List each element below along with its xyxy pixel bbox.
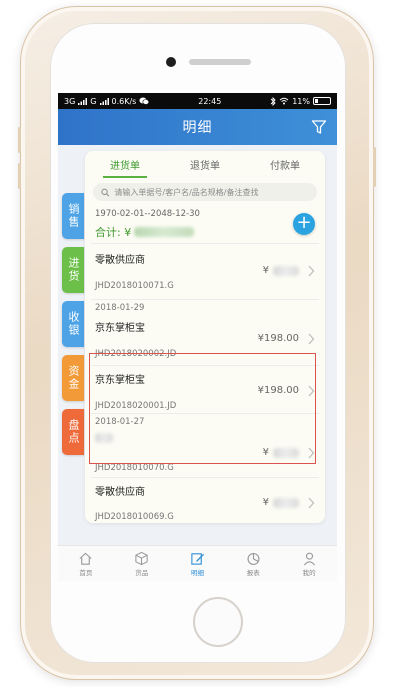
status-time: 22:45: [198, 96, 222, 106]
record-code: JHD2018020002.JD: [95, 349, 177, 359]
tabbar-details[interactable]: 明细: [170, 546, 226, 581]
record-amount: ¥: [263, 447, 299, 458]
front-camera: [166, 57, 176, 67]
record-amount-blurred: [273, 447, 299, 458]
chevron-right-icon: [308, 333, 315, 345]
search-input[interactable]: [114, 187, 309, 197]
wifi-icon: [279, 97, 289, 105]
carrier2-label: G: [90, 96, 97, 106]
chevron-right-icon: [308, 497, 315, 509]
divider: [91, 477, 319, 478]
tabbar-goods[interactable]: 货品: [114, 546, 170, 581]
record-amount: ¥198.00: [257, 385, 299, 396]
tab-return-order[interactable]: 退货单: [165, 157, 245, 172]
tabbar-reports[interactable]: 报表: [225, 546, 281, 581]
add-button[interactable]: +: [293, 213, 315, 235]
power-button: [373, 147, 376, 187]
search-icon: [101, 188, 110, 196]
signal-icon: [78, 97, 88, 105]
page-title: 明细: [182, 120, 213, 136]
side-tab-inventory[interactable]: 盘点: [62, 409, 84, 455]
nav-bar: 明细: [58, 109, 337, 145]
edit-icon: [191, 552, 205, 565]
pie-chart-icon: [247, 552, 260, 565]
side-tab-funds[interactable]: 资金: [62, 355, 84, 401]
record-amount-blurred: [273, 265, 299, 276]
record-list-card: 进货单 退货单 付款单 1970-02-01--2048-12-30 合计: ¥…: [85, 151, 325, 523]
record-row[interactable]: 京东掌柜宝 ¥198.00 JHD2018020002.JD: [85, 315, 325, 367]
side-tab-purchase[interactable]: 进货: [62, 247, 84, 293]
chevron-right-icon: [308, 447, 315, 459]
doc-type-tabs: 进货单 退货单 付款单: [85, 151, 325, 178]
side-tab-cashier[interactable]: 收银: [62, 301, 84, 347]
record-row[interactable]: 零散供应商 ¥ JHD2018010071.G: [85, 247, 325, 299]
record-amount: ¥: [263, 497, 299, 508]
record-row[interactable]: 零散供应商 ¥ JHD2018010069.G: [85, 479, 325, 523]
total-amount: 合计: ¥: [95, 224, 195, 240]
date-range: 1970-02-01--2048-12-30: [95, 209, 200, 219]
record-amount: ¥: [263, 265, 299, 276]
record-code: JHD2018010071.G: [95, 281, 174, 291]
chevron-right-icon: [308, 385, 315, 397]
battery-percent: 11%: [292, 96, 310, 106]
home-icon: [79, 552, 92, 565]
record-code: JHD2018010070.G: [95, 463, 174, 473]
divider: [91, 299, 319, 300]
battery-icon: [313, 97, 331, 105]
group-date: 2018-01-27: [95, 417, 145, 427]
home-button[interactable]: [193, 597, 243, 647]
side-tab-sales[interactable]: 销售: [62, 193, 84, 239]
divider: [91, 413, 319, 414]
record-amount: ¥198.00: [257, 333, 299, 344]
record-code: JHD2018020001.JD: [95, 401, 177, 411]
wechat-icon: [139, 97, 150, 105]
record-supplier: 京东掌柜宝: [95, 323, 145, 334]
divider: [91, 243, 319, 244]
record-supplier: [95, 433, 113, 446]
signal-icon: [99, 97, 109, 105]
tabbar-home[interactable]: 首页: [58, 546, 114, 581]
tab-purchase-order[interactable]: 进货单: [85, 157, 165, 178]
network-speed: 0.6K/s: [111, 96, 137, 106]
bottom-tab-bar: 首页 货品 明细 报表 我的: [58, 545, 337, 581]
box-icon: [135, 551, 148, 565]
record-code: JHD2018010069.G: [95, 512, 174, 522]
record-supplier-blurred: [95, 433, 113, 443]
record-supplier: 零散供应商: [95, 487, 145, 498]
record-row[interactable]: ¥ JHD2018010070.G: [85, 429, 325, 481]
total-label: 合计: ¥: [95, 226, 132, 239]
carrier-label: 3G: [64, 96, 76, 106]
app-screen: 3G G 0.6K/s 22:45 11% 明细 销售 进货 收银 资金 盘点 …: [58, 93, 337, 581]
record-supplier: 京东掌柜宝: [95, 375, 145, 386]
total-value-blurred: [134, 227, 195, 237]
bluetooth-icon: [270, 96, 276, 106]
volume-button: [18, 127, 21, 153]
record-row[interactable]: 京东掌柜宝 ¥198.00 JHD2018020001.JD: [85, 367, 325, 419]
tabbar-mine[interactable]: 我的: [281, 546, 337, 581]
volume-button: [18, 163, 21, 189]
group-date: 2018-01-29: [95, 303, 145, 313]
chevron-right-icon: [308, 265, 315, 277]
status-bar: 3G G 0.6K/s 22:45 11%: [58, 93, 337, 109]
user-icon: [303, 552, 315, 565]
record-supplier: 零散供应商: [95, 255, 145, 266]
earpiece-speaker: [189, 59, 251, 65]
record-amount-blurred: [273, 497, 299, 508]
tab-payment-order[interactable]: 付款单: [245, 157, 325, 172]
search-bar: [93, 183, 317, 201]
filter-icon[interactable]: [311, 119, 327, 135]
divider: [91, 365, 319, 366]
